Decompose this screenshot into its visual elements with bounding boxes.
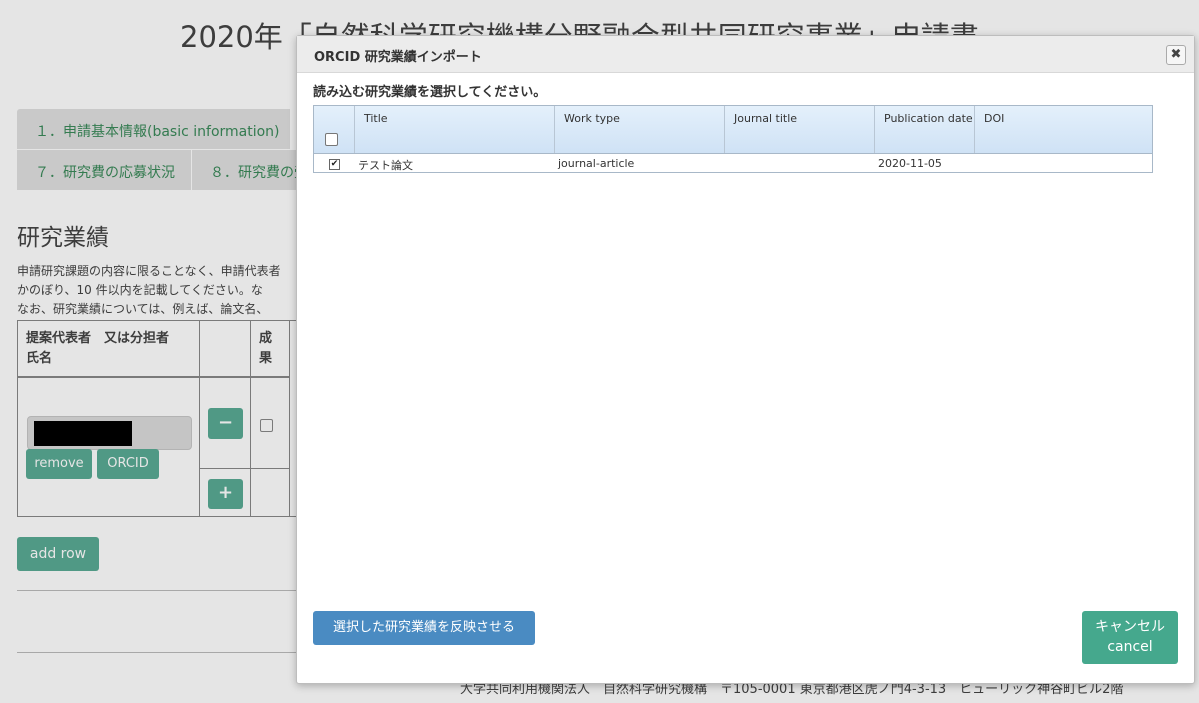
- dialog-header: ORCID 研究業績インポート ✖: [297, 36, 1194, 73]
- orcid-import-dialog: ORCID 研究業績インポート ✖ 読み込む研究業績を選択してください。 Tit…: [296, 35, 1195, 684]
- column-header-doi[interactable]: DOI: [975, 106, 1152, 153]
- cancel-button[interactable]: キャンセル cancel: [1082, 611, 1178, 664]
- column-header-publication-date[interactable]: Publication date: [875, 106, 975, 153]
- close-icon[interactable]: ✖: [1166, 45, 1186, 65]
- table-row[interactable]: ✔ テスト論文 journal-article 2020-11-05: [314, 154, 1152, 172]
- header-select-all: [314, 106, 355, 153]
- dialog-title: ORCID 研究業績インポート: [314, 50, 482, 65]
- column-header-journal-title[interactable]: Journal title: [725, 106, 875, 153]
- works-table: Title Work type Journal title Publicatio…: [313, 105, 1153, 173]
- row-checkbox[interactable]: ✔: [329, 159, 340, 170]
- row-select-cell: ✔: [314, 154, 355, 172]
- column-header-title[interactable]: Title: [355, 106, 555, 153]
- dialog-instruction: 読み込む研究業績を選択してください。: [313, 85, 547, 100]
- cell-doi: [975, 154, 1152, 172]
- cell-publication-date: 2020-11-05: [878, 157, 942, 170]
- cell-work-type: journal-article: [558, 157, 635, 170]
- select-all-checkbox[interactable]: [325, 133, 338, 146]
- cell-title: テスト論文: [358, 159, 413, 172]
- cancel-label-en: cancel: [1107, 639, 1153, 655]
- column-header-work-type[interactable]: Work type: [555, 106, 725, 153]
- cell-journal-title: [725, 154, 875, 172]
- cancel-label-ja: キャンセル: [1095, 619, 1165, 635]
- apply-selected-works-button[interactable]: 選択した研究業績を反映させる: [313, 611, 535, 645]
- table-header: Title Work type Journal title Publicatio…: [314, 106, 1152, 154]
